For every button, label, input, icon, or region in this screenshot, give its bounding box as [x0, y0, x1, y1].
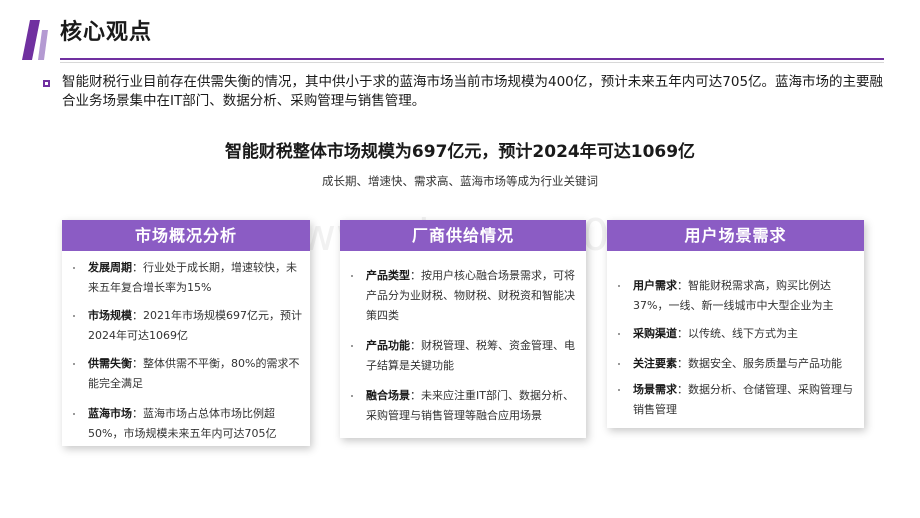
list-item: 采购渠道：以传统、线下方式为主	[618, 324, 855, 344]
bullet-icon	[351, 345, 353, 347]
bullet-icon	[351, 275, 353, 277]
item-label: 产品功能	[366, 339, 410, 352]
list-item: 融合场景：未来应注重IT部门、数据分析、采购管理与销售管理等融合应用场景	[351, 386, 582, 426]
list-item: 产品功能：财税管理、税筹、资金管理、电子结算是关键功能	[351, 336, 582, 376]
keywords-line: 成长期、增速快、需求高、蓝海市场等成为行业关键词	[322, 174, 598, 188]
item-label: 产品类型	[366, 269, 410, 282]
logo-icon	[22, 20, 48, 60]
item-label: 供需失衡	[88, 357, 132, 370]
list-item: 市场规模：2021年市场规模697亿元，预计2024年可达1069亿	[73, 306, 302, 346]
item-text: ：以传统、线下方式为主	[677, 327, 798, 340]
bullet-icon	[618, 285, 620, 287]
card-market-overview: 市场概况分析 发展周期：行业处于成长期，增速较快，未来五年复合增长率为15% 市…	[62, 220, 310, 446]
headline: 智能财税整体市场规模为697亿元，预计2024年可达1069亿	[224, 142, 696, 162]
card-title: 厂商供给情况	[340, 220, 586, 251]
item-text: ：数据安全、服务质量与产品功能	[677, 357, 842, 370]
bullet-icon	[73, 413, 75, 415]
bullet-icon	[618, 389, 620, 391]
page-title: 核心观点	[60, 20, 153, 45]
card-user-scenarios: 用户场景需求 用户需求：智能财税需求高，购买比例达37%，一线、新一线城市中大型…	[607, 220, 864, 428]
bullet-icon	[618, 363, 620, 365]
item-label: 发展周期	[88, 261, 132, 274]
bullet-icon	[73, 315, 75, 317]
item-label: 蓝海市场	[88, 407, 132, 420]
title-divider	[60, 58, 884, 60]
intro-text: 智能财税行业目前存在供需失衡的情况，其中供小于求的蓝海市场当前市场规模为400亿…	[62, 74, 884, 109]
title-divider-shadow	[60, 62, 884, 63]
item-label: 用户需求	[633, 279, 677, 292]
item-label: 市场规模	[88, 309, 132, 322]
list-item: 产品类型：按用户核心融合场景需求，可将产品分为业财税、物财税、财税资和智能决策四…	[351, 266, 582, 326]
list-item: 供需失衡：整体供需不平衡，80%的需求不能完全满足	[73, 354, 302, 394]
item-label: 融合场景	[366, 389, 410, 402]
list-item: 用户需求：智能财税需求高，购买比例达37%，一线、新一线城市中大型企业为主	[618, 276, 855, 316]
card-title: 市场概况分析	[62, 220, 310, 251]
item-label: 采购渠道	[633, 327, 677, 340]
square-bullet-icon	[43, 80, 50, 87]
bullet-icon	[351, 395, 353, 397]
card-title: 用户场景需求	[607, 220, 864, 251]
bullet-icon	[73, 267, 75, 269]
list-item: 发展周期：行业处于成长期，增速较快，未来五年复合增长率为15%	[73, 258, 302, 298]
item-label: 场景需求	[633, 383, 677, 396]
bullet-icon	[73, 363, 75, 365]
item-label: 关注要素	[633, 357, 677, 370]
list-item: 蓝海市场：蓝海市场占总体市场比例超50%，市场规模未来五年内可达705亿	[73, 404, 302, 444]
card-vendor-supply: 厂商供给情况 产品类型：按用户核心融合场景需求，可将产品分为业财税、物财税、财税…	[340, 220, 586, 438]
list-item: 场景需求：数据分析、仓储管理、采购管理与销售管理	[618, 380, 855, 420]
list-item: 关注要素：数据安全、服务质量与产品功能	[618, 354, 855, 374]
bullet-icon	[618, 333, 620, 335]
